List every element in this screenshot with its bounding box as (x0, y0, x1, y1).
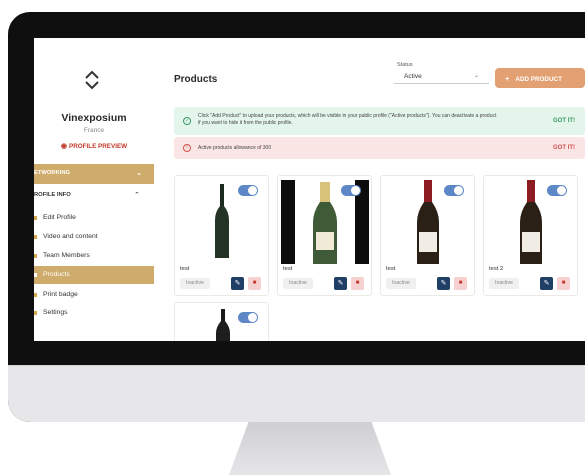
active-toggle[interactable] (238, 312, 258, 323)
product-name: test 2 (489, 266, 504, 272)
trash-icon[interactable]: ■ (351, 277, 364, 290)
page-title: Products (174, 74, 218, 85)
chevron-up-icon[interactable]: ⌃ (134, 191, 140, 199)
nav-bullet-icon (34, 254, 37, 258)
active-toggle[interactable] (238, 185, 258, 196)
sidebar-item-settings[interactable]: Settings (34, 304, 154, 322)
monitor-chin (8, 365, 585, 422)
sidebar-item-label: Print badge (43, 291, 78, 298)
status-badge: Inactive (180, 278, 210, 289)
product-card[interactable]: test Inactive ✎ ■ (277, 175, 372, 296)
sidebar-item-label: Team Members (43, 252, 90, 259)
check-circle-icon: ✓ (183, 117, 191, 125)
add-product-label: ADD PRODUCT (515, 76, 562, 83)
trash-icon[interactable]: ■ (248, 277, 261, 290)
trash-icon[interactable]: ■ (557, 277, 570, 290)
networking-label: ETWORKING (34, 170, 71, 176)
monitor-stand (229, 422, 391, 475)
pencil-icon[interactable]: ✎ (437, 277, 450, 290)
sidebar-item-label: Products (43, 271, 70, 278)
active-toggle[interactable] (341, 185, 361, 196)
status-badge: Inactive (386, 278, 416, 289)
warning-alert-text: Active products allowance of 300 (198, 145, 272, 151)
add-product-button[interactable]: + ADD PRODUCT (495, 68, 585, 88)
product-image (520, 180, 542, 264)
sidebar-item-print-badge[interactable]: Print badge (34, 286, 154, 304)
status-badge: Inactive (489, 278, 519, 289)
pencil-icon[interactable]: ✎ (334, 277, 347, 290)
sidebar-item-team-members[interactable]: Team Members (34, 247, 154, 265)
active-toggle[interactable] (444, 185, 464, 196)
nav-bullet-icon (34, 273, 37, 277)
status-filter-select[interactable]: Active ⌄ (394, 68, 489, 84)
product-image (215, 184, 229, 258)
active-toggle[interactable] (547, 185, 567, 196)
info-alert-text: Click "Add Product" to upload your produ… (198, 113, 497, 126)
nav-bullet-icon (34, 311, 37, 315)
sidebar-item-label: Settings (43, 309, 68, 316)
pencil-icon[interactable]: ✎ (231, 277, 244, 290)
warning-dismiss-button[interactable]: GOT IT! (553, 145, 575, 151)
eye-icon: ◉ (60, 143, 68, 150)
product-name: test (283, 266, 293, 272)
product-card[interactable]: test 2 Inactive ✎ ■ (483, 175, 578, 296)
status-filter-value: Active (404, 73, 422, 80)
sidebar-item-edit-profile[interactable]: Edit Profile (34, 209, 154, 227)
nav-bullet-icon (34, 216, 37, 220)
product-card[interactable]: test Inactive ✎ ■ (174, 175, 269, 296)
sidebar-section-profile-info[interactable]: ROFILE INFO (34, 192, 71, 198)
sidebar-item-products[interactable]: Products (34, 266, 154, 284)
sidebar: Vinexposium France ◉ PROFILE PREVIEW ETWO… (34, 38, 154, 341)
alert-circle-icon: ! (183, 144, 191, 152)
product-card[interactable]: test Inactive ✎ ■ (380, 175, 475, 296)
app-screen: Vinexposium France ◉ PROFILE PREVIEW ETWO… (34, 38, 585, 341)
product-name: test (180, 266, 190, 272)
brand-country: France (83, 127, 105, 134)
brand-logo-icon (85, 70, 99, 90)
profile-preview-label: PROFILE PREVIEW (69, 143, 128, 150)
product-image (216, 309, 230, 341)
pencil-icon[interactable]: ✎ (540, 277, 553, 290)
info-dismiss-button[interactable]: GOT IT! (553, 118, 575, 124)
sidebar-item-video-content[interactable]: Video and content (34, 228, 154, 246)
product-card[interactable] (174, 302, 269, 341)
chevron-down-icon: ⌄ (473, 73, 479, 79)
status-badge: Inactive (283, 278, 313, 289)
product-image (417, 180, 439, 264)
trash-icon[interactable]: ■ (454, 277, 467, 290)
sidebar-item-label: Video and content (43, 233, 98, 240)
product-name: test (386, 266, 396, 272)
profile-preview-link[interactable]: ◉ PROFILE PREVIEW (34, 142, 154, 150)
sidebar-section-networking[interactable]: ETWORKING ⌄ (34, 164, 154, 184)
chevron-down-icon: ⌄ (136, 170, 142, 177)
info-alert: ✓ Click "Add Product" to upload your pro… (174, 107, 585, 135)
plus-icon: + (505, 74, 510, 83)
sidebar-item-label: Edit Profile (43, 214, 76, 221)
warning-alert: ! Active products allowance of 300 GOT I… (174, 137, 585, 159)
nav-bullet-icon (34, 293, 37, 297)
nav-bullet-icon (34, 235, 37, 239)
brand-name: Vinexposium (61, 112, 127, 124)
